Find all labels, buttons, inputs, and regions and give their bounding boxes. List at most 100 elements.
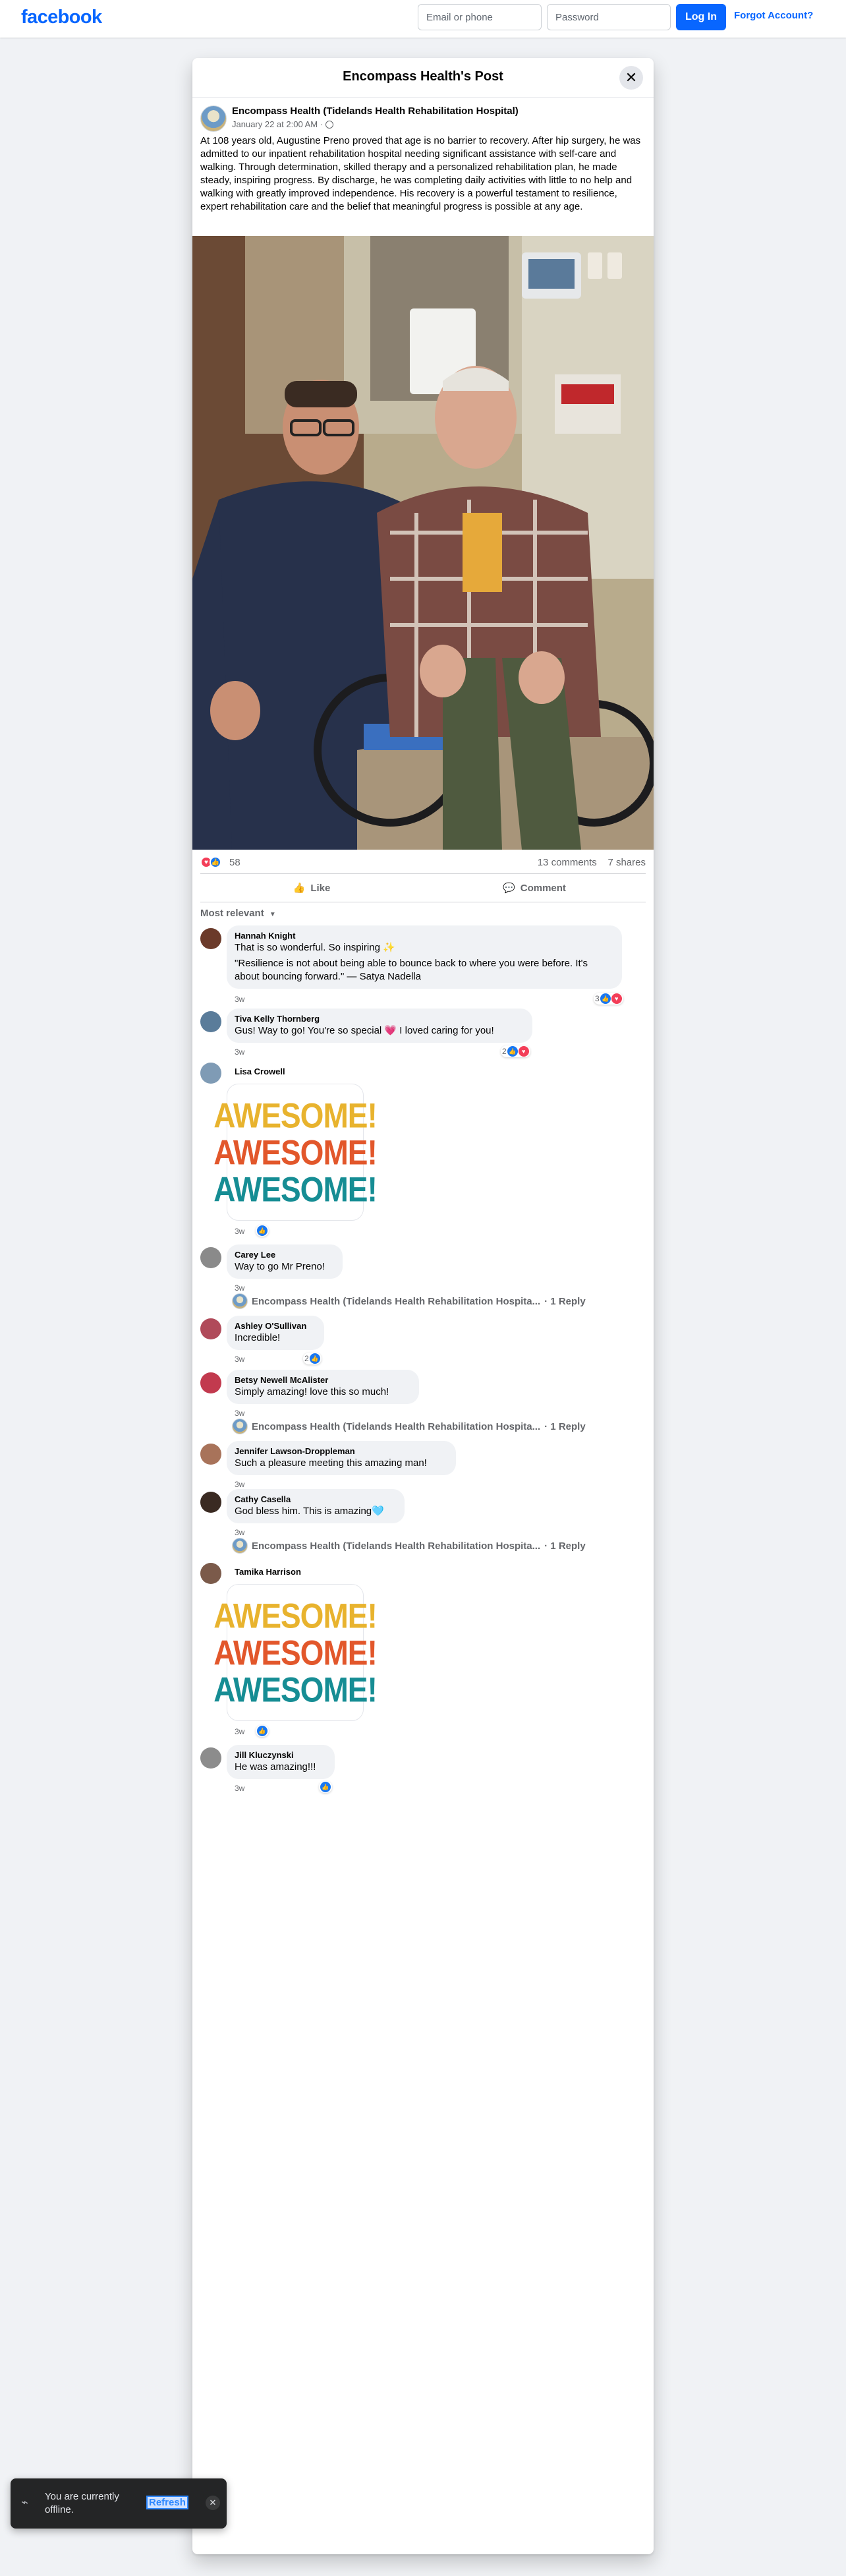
comments-count[interactable]: 13 comments [538,857,597,868]
gif-text: AWESOME! [213,1633,378,1672]
close-button[interactable]: ✕ [619,66,643,90]
comment-bubble-icon: 💬 [503,883,515,894]
gif-text: AWESOME! [213,1132,378,1172]
comment-text: Incredible! [235,1332,281,1343]
comment-text: He was amazing!!! [235,1761,316,1772]
comment-bubble: Hannah Knight That is so wonderful. So i… [227,925,622,989]
commenter-name[interactable]: Hannah Knight [235,931,614,941]
comment-time[interactable]: 3w [235,1528,244,1537]
offline-toast: ⌁ You are currently offline. Refresh ✕ [11,2478,227,2529]
dialog-header: Encompass Health's Post ✕ [192,58,654,98]
comment-bubble: Ashley O'Sullivan Incredible! [227,1316,324,1350]
awesome-gif[interactable]: AWESOME! AWESOME! AWESOME! [213,1084,378,1221]
globe-icon [325,120,334,129]
close-icon[interactable]: ✕ [206,2496,220,2510]
post-date[interactable]: January 22 at 2:00 AM [232,119,318,129]
commenter-name[interactable]: Jill Kluczynski [235,1750,327,1761]
reply-author: Encompass Health (Tidelands Health Rehab… [252,1420,541,1432]
commenter-avatar[interactable] [200,928,221,949]
comment-reactions[interactable]: 👍 [319,1781,332,1793]
like-button[interactable]: 👍 Like [200,874,423,902]
page-avatar[interactable] [200,105,227,132]
commenter-avatar[interactable] [200,1247,221,1268]
commenter-avatar[interactable] [200,1011,221,1032]
wifi-off-icon: ⌁ [21,2496,28,2509]
post-text: At 108 years old, Augustine Preno proved… [200,135,641,212]
commenter-name[interactable]: Ashley O'Sullivan [235,1321,316,1332]
dialog-title: Encompass Health's Post [343,69,503,84]
sort-label: Most relevant [200,908,264,919]
comment-bubble: Cathy Casella God bless him. This is ama… [227,1489,405,1523]
like-reaction-icon: 👍 [257,1726,268,1736]
comment-reactions[interactable]: 👍 [256,1225,269,1237]
comment-text: God bless him. This is amazing🩵 [235,1506,384,1517]
comment-button[interactable]: 💬 Comment [423,874,646,902]
comment-time[interactable]: 3w [235,995,244,1004]
reply-author-avatar [232,1538,248,1554]
forgot-account-link[interactable]: Forgot Account? [734,10,813,21]
comment-reactions[interactable]: 2 👍 ♥ [501,1045,530,1057]
facebook-logo[interactable]: facebook [21,7,102,28]
gif-text: AWESOME! [213,1096,378,1135]
comment-time[interactable]: 3w [235,1047,244,1057]
commenter-name[interactable]: Tamika Harrison [235,1567,301,1577]
view-replies-link[interactable]: Encompass Health (Tidelands Health Rehab… [232,1538,586,1554]
comment-reactions[interactable]: 👍 [256,1725,269,1737]
commenter-avatar[interactable] [200,1063,221,1084]
view-replies-link[interactable]: Encompass Health (Tidelands Health Rehab… [232,1293,586,1309]
love-reaction-icon: ♥ [611,993,622,1004]
gif-text: AWESOME! [213,1670,378,1709]
commenter-avatar[interactable] [200,1372,221,1393]
shares-count[interactable]: 7 shares [607,857,646,868]
close-icon: ✕ [625,69,638,86]
comment-text: Way to go Mr Preno! [235,1261,325,1272]
comment-time[interactable]: 3w [235,1727,244,1736]
reaction-count[interactable]: 58 [229,857,240,868]
comment-time[interactable]: 3w [235,1784,244,1793]
comment-reactions[interactable]: 2 👍 [303,1353,322,1364]
commenter-name[interactable]: Jennifer Lawson-Droppleman [235,1446,448,1457]
commenter-avatar[interactable] [200,1747,221,1769]
comment-time[interactable]: 3w [235,1227,244,1236]
comment-time[interactable]: 3w [235,1480,244,1489]
commenter-avatar[interactable] [200,1492,221,1513]
top-navigation-bar: facebook Email or phone Password Log In … [0,0,846,38]
commenter-avatar[interactable] [200,1563,221,1584]
like-reaction-icon: 👍 [309,1353,320,1364]
commenter-avatar[interactable] [200,1318,221,1339]
comments-shares-count: 13 comments 7 shares [538,857,646,868]
comment-quote: "Resilience is not about being able to b… [235,958,588,982]
post-dialog: Encompass Health's Post ✕ Encompass Heal… [192,58,654,2554]
love-reaction-icon: ♥ [518,1046,529,1057]
commenter-name[interactable]: Betsy Newell McAlister [235,1375,411,1386]
gif-text: AWESOME! [213,1169,378,1209]
reply-author-avatar [232,1419,248,1434]
comment-text: Simply amazing! love this so much! [235,1386,389,1397]
comment-react-count: 2 [304,1354,309,1363]
commenter-name[interactable]: Cathy Casella [235,1494,397,1505]
reaction-icons[interactable]: ♥ 👍 [200,856,221,868]
reply-count: · 1 Reply [544,1295,586,1307]
comment-time[interactable]: 3w [235,1409,244,1418]
commenter-name[interactable]: Carey Lee [235,1250,335,1260]
refresh-link[interactable]: Refresh [146,2496,188,2509]
thumbs-up-icon: 👍 [293,883,306,894]
login-button[interactable]: Log In [676,4,726,30]
email-field[interactable]: Email or phone [418,4,542,30]
commenter-name[interactable]: Lisa Crowell [235,1067,285,1077]
comment-time[interactable]: 3w [235,1283,244,1293]
like-reaction-icon: 👍 [507,1046,518,1057]
password-field[interactable]: Password [547,4,671,30]
comment-label: Comment [520,882,566,894]
comment-bubble: Tiva Kelly Thornberg Gus! Way to go! You… [227,1009,532,1043]
commenter-avatar[interactable] [200,1444,221,1465]
comment-time[interactable]: 3w [235,1355,244,1364]
awesome-gif[interactable]: AWESOME! AWESOME! AWESOME! [213,1584,378,1721]
post-photo[interactable] [192,236,654,850]
view-replies-link[interactable]: Encompass Health (Tidelands Health Rehab… [232,1419,586,1434]
comment-reactions[interactable]: 3 👍 ♥ [594,993,623,1005]
comment-bubble: Carey Lee Way to go Mr Preno! [227,1244,343,1279]
comment-sort-dropdown[interactable]: Most relevant ▼ [200,908,276,919]
post-author[interactable]: Encompass Health (Tidelands Health Rehab… [232,105,519,117]
commenter-name[interactable]: Tiva Kelly Thornberg [235,1014,524,1024]
